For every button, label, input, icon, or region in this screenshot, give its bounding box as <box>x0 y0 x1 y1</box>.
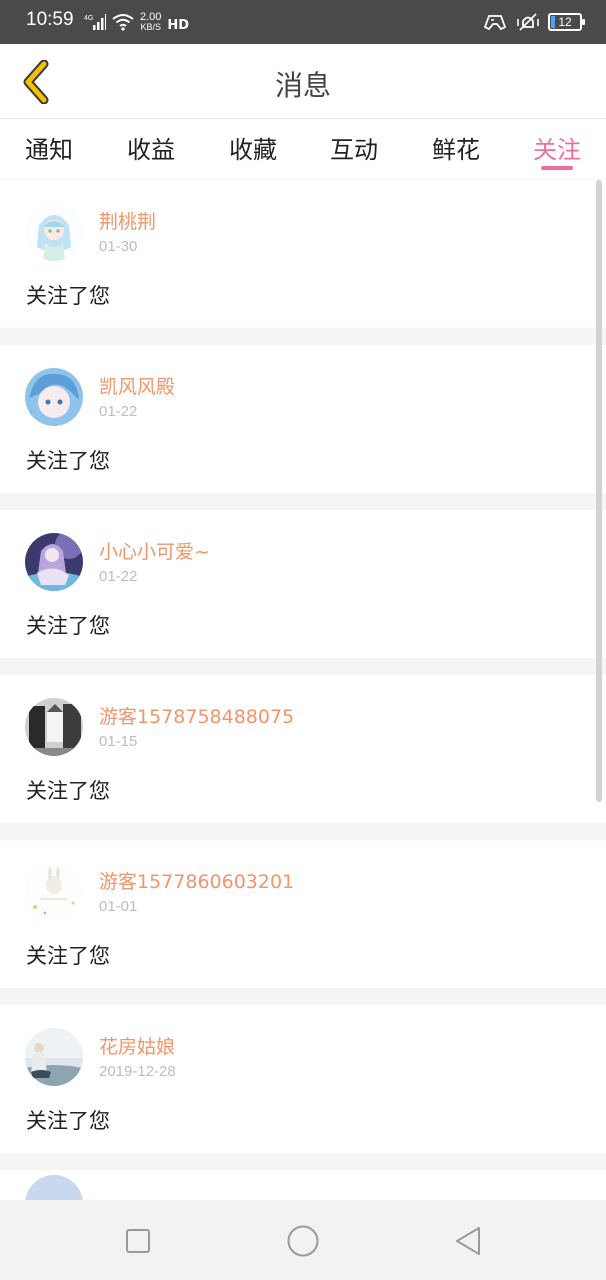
avatar[interactable] <box>25 863 83 921</box>
svg-text:4G: 4G <box>84 15 93 22</box>
page-title: 消息 <box>274 69 331 102</box>
message-text: 关注了您 <box>26 449 110 473</box>
network-speed: 2.00 KB/S <box>140 12 161 32</box>
triangle-back-icon <box>456 1227 480 1255</box>
back-nav-button[interactable] <box>451 1224 485 1258</box>
system-nav-bar <box>0 1200 606 1280</box>
list-item[interactable] <box>0 1170 606 1200</box>
message-list: 荆桃荆 01-30 关注了您 凯风风殿 01-22 关注了您 小心小可爱~ 01… <box>0 180 606 1200</box>
tab-notifications[interactable]: 通知 <box>25 130 73 165</box>
message-text: 关注了您 <box>26 779 110 803</box>
username[interactable]: 凯风风殿 <box>99 372 175 399</box>
list-item[interactable]: 游客1577860603201 01-01 关注了您 <box>0 840 606 988</box>
username[interactable]: 荆桃荆 <box>99 207 156 234</box>
message-text: 关注了您 <box>26 614 110 638</box>
battery-level: 12 <box>558 15 572 29</box>
status-icons-right: 12 <box>482 10 585 34</box>
username[interactable]: 小心小可爱~ <box>99 537 210 564</box>
message-date: 01-15 <box>99 733 138 750</box>
avatar[interactable] <box>25 1028 83 1086</box>
avatar[interactable] <box>25 533 83 591</box>
avatar[interactable] <box>25 203 83 261</box>
network-speed-unit: KB/S <box>140 22 161 32</box>
status-time: 10:59 <box>26 9 74 30</box>
wifi-icon <box>112 14 134 31</box>
tab-interactions[interactable]: 互动 <box>330 130 378 165</box>
avatar[interactable] <box>25 698 83 756</box>
list-item[interactable]: 花房姑娘 2019-12-28 关注了您 <box>0 1005 606 1153</box>
status-icons-left: 4G 2.00 KB/S HD <box>84 10 189 34</box>
tab-earnings[interactable]: 收益 <box>127 130 175 165</box>
battery-icon: 12 <box>548 13 585 31</box>
tab-following[interactable]: 关注 <box>533 130 581 165</box>
avatar[interactable] <box>25 1175 83 1200</box>
status-bar: 10:59 4G 2.00 KB/S HD 12 <box>0 0 606 44</box>
username[interactable]: 游客1577860603201 <box>99 867 294 894</box>
list-item[interactable]: 荆桃荆 01-30 关注了您 <box>0 180 606 328</box>
message-date: 2019-12-28 <box>99 1063 176 1080</box>
username[interactable]: 花房姑娘 <box>99 1032 175 1059</box>
active-tab-indicator <box>541 166 573 170</box>
message-date: 01-22 <box>99 568 138 585</box>
avatar[interactable] <box>25 368 83 426</box>
list-item[interactable]: 凯风风殿 01-22 关注了您 <box>0 345 606 493</box>
vibrate-icon <box>517 13 539 31</box>
tab-bar: 通知 收益 收藏 互动 鲜花 关注 <box>0 119 606 179</box>
message-date: 01-22 <box>99 403 138 420</box>
home-button[interactable] <box>286 1224 320 1258</box>
username[interactable]: 游客1578758488075 <box>99 702 294 729</box>
scrollbar[interactable] <box>596 180 602 802</box>
hd-indicator: HD <box>167 18 189 33</box>
message-text: 关注了您 <box>26 944 110 968</box>
hd-label: HD <box>167 17 190 33</box>
message-date: 01-30 <box>99 238 138 255</box>
game-mode-icon <box>483 15 507 31</box>
recent-apps-button[interactable] <box>121 1224 155 1258</box>
square-recent-icon <box>126 1229 150 1253</box>
list-item[interactable]: 小心小可爱~ 01-22 关注了您 <box>0 510 606 658</box>
tab-flowers[interactable]: 鲜花 <box>432 130 480 165</box>
message-date: 01-01 <box>99 898 138 915</box>
signal-icon: 4G <box>84 14 106 30</box>
tab-favorites[interactable]: 收藏 <box>229 130 277 165</box>
list-item[interactable]: 游客1578758488075 01-15 关注了您 <box>0 675 606 823</box>
circle-home-icon <box>287 1225 319 1257</box>
header: 消息 <box>0 44 606 119</box>
message-text: 关注了您 <box>26 284 110 308</box>
message-text: 关注了您 <box>26 1109 110 1133</box>
